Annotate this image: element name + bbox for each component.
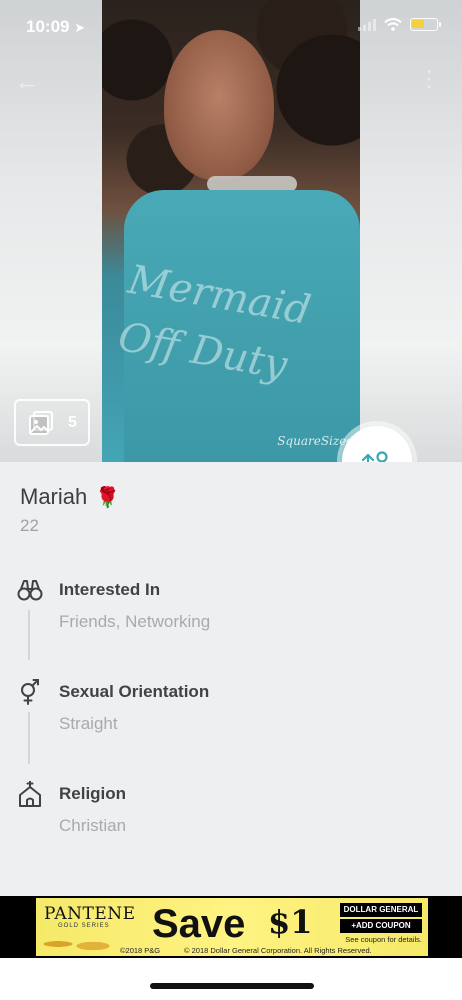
- photo-watermark: SquareSized: [277, 434, 354, 448]
- battery-icon: [410, 18, 441, 31]
- detail-label: Interested In: [59, 580, 161, 599]
- ad-banner[interactable]: PANTENE GOLD SERIES Save $1 DOLLAR GENER…: [36, 898, 428, 956]
- binoculars-icon: [17, 580, 43, 601]
- ad-fine-print: See coupon for details.: [345, 935, 422, 944]
- church-icon: [19, 781, 41, 807]
- name-row: Mariah 🌹: [20, 484, 120, 510]
- photo-count-button[interactable]: 5: [14, 399, 90, 446]
- photo-gallery-icon: [29, 410, 53, 435]
- back-arrow-icon[interactable]: ←: [14, 66, 40, 97]
- detail-label: Sexual Orientation: [59, 682, 210, 701]
- ad-retailer: DOLLAR GENERAL: [340, 903, 422, 917]
- rose-emoji: 🌹: [95, 486, 121, 509]
- ad-brand-sub: GOLD SERIES: [58, 923, 110, 929]
- ad-add-coupon-button[interactable]: +ADD COUPON: [340, 919, 422, 933]
- detail-value: Straight: [59, 714, 118, 733]
- status-time-text: 10:09: [26, 17, 70, 36]
- gender-symbol-icon: [21, 679, 39, 705]
- profile-photo-area[interactable]: Mermaid Off Duty SquareSized ← ⋮ 5: [0, 0, 462, 462]
- profile-age: 22: [20, 516, 39, 535]
- ad-brand: PANTENE: [44, 904, 136, 924]
- profile-info-panel: Mariah 🌹 22 Interested In Friends, Netwo…: [0, 462, 462, 896]
- detail-value: Christian: [59, 816, 127, 835]
- ad-copyright-dg: © 2018 Dollar General Corporation. All R…: [184, 946, 372, 955]
- location-arrow-icon: ➤: [74, 20, 86, 35]
- more-options-icon[interactable]: ⋮: [418, 66, 440, 92]
- wifi-icon: [384, 18, 402, 31]
- profile-name: Mariah: [20, 484, 88, 509]
- ad-amount: $1: [268, 903, 313, 941]
- status-bar: 10:09 ➤: [0, 0, 462, 54]
- profile-photo[interactable]: Mermaid Off Duty SquareSized: [102, 0, 360, 462]
- ad-banner-container: PANTENE GOLD SERIES Save $1 DOLLAR GENER…: [0, 896, 462, 958]
- timeline-connector: [28, 610, 30, 660]
- ad-headline: Save: [152, 902, 246, 946]
- status-icons: [358, 18, 441, 31]
- ad-copyright-pg: ©2018 P&G: [120, 946, 161, 955]
- status-time: 10:09 ➤: [26, 17, 85, 37]
- ad-capsules-image: [38, 932, 118, 956]
- signal-icon: [358, 18, 376, 31]
- timeline-connector: [28, 712, 30, 764]
- detail-label: Religion: [59, 784, 127, 803]
- home-indicator[interactable]: [150, 983, 314, 989]
- detail-value: Friends, Networking: [59, 612, 211, 631]
- photo-count-value: 5: [68, 413, 77, 431]
